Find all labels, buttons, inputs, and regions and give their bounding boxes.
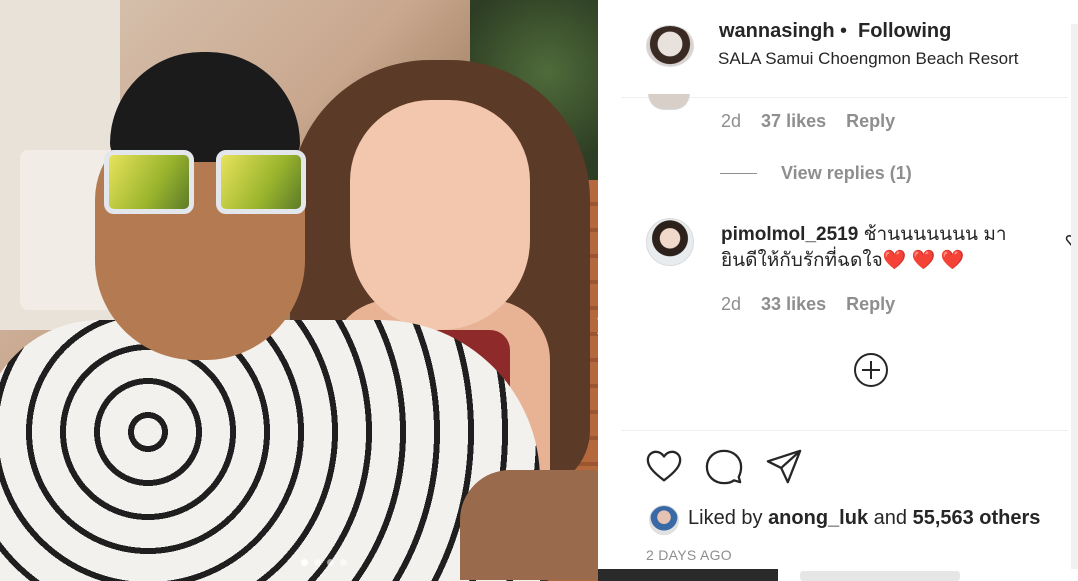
liked-by-summary: Liked by anong_luk and 55,563 others xyxy=(688,507,1040,530)
photo-man-cap xyxy=(110,52,300,162)
view-replies-button[interactable]: View replies (1) xyxy=(781,163,912,184)
below-dark-strip xyxy=(598,569,778,581)
following-button[interactable]: Following xyxy=(858,20,951,43)
post-photo[interactable] xyxy=(0,0,598,581)
scrollbar[interactable] xyxy=(1071,24,1078,569)
photo-sunglasses xyxy=(104,150,308,222)
liked-by-others[interactable]: 55,563 others xyxy=(913,507,1041,529)
comment-meta: 2d 33 likes Reply xyxy=(721,294,910,315)
carousel-dot xyxy=(327,559,334,566)
carousel-dot xyxy=(314,559,321,566)
liker-avatar[interactable] xyxy=(649,505,679,535)
carousel-dot xyxy=(340,559,347,566)
carousel-indicator xyxy=(301,559,347,566)
reply-button[interactable]: Reply xyxy=(846,294,895,314)
author-username[interactable]: wannasingh xyxy=(719,20,835,43)
commenter-avatar[interactable] xyxy=(646,218,694,266)
post-actions: Liked by anong_luk and 55,563 others 2 D… xyxy=(621,430,1068,569)
commenter-avatar[interactable] xyxy=(648,94,690,110)
share-icon[interactable] xyxy=(765,448,803,486)
photo-man-shirt xyxy=(0,320,540,581)
reply-button[interactable]: Reply xyxy=(846,111,895,131)
photo-woman-face xyxy=(350,100,530,330)
liked-by-prefix: Liked by xyxy=(688,507,763,529)
liked-by-conj: and xyxy=(873,507,908,529)
post-timestamp[interactable]: 2 DAYS AGO xyxy=(646,547,732,563)
replies-divider xyxy=(720,173,757,174)
post-header: wannasingh • Following SALA Samui Choeng… xyxy=(621,20,1068,98)
liked-by-user[interactable]: anong_luk xyxy=(768,507,868,529)
comment-age[interactable]: 2d xyxy=(721,294,741,314)
comment-likes[interactable]: 37 likes xyxy=(761,111,826,131)
comment-body: pimolmol_2519 ช้านนนนนนน มา ยินดีให้กับร… xyxy=(721,222,1031,274)
heart-icon[interactable] xyxy=(645,448,683,486)
post-side-panel: wannasingh • Following SALA Samui Choeng… xyxy=(621,20,1073,569)
author-avatar[interactable] xyxy=(646,25,694,67)
photo-arm xyxy=(460,470,598,580)
post-location[interactable]: SALA Samui Choengmon Beach Resort xyxy=(718,49,1019,69)
comment-meta: 2d 37 likes Reply xyxy=(721,111,910,132)
comment-likes[interactable]: 33 likes xyxy=(761,294,826,314)
commenter-username[interactable]: pimolmol_2519 xyxy=(721,224,858,245)
plus-circle-icon[interactable] xyxy=(853,352,889,388)
panel-edge xyxy=(598,24,621,569)
header-separator: • xyxy=(840,20,848,42)
carousel-dot-active xyxy=(301,559,308,566)
comment-age[interactable]: 2d xyxy=(721,111,741,131)
add-comment-hint xyxy=(800,571,960,581)
comment-icon[interactable] xyxy=(705,448,743,486)
